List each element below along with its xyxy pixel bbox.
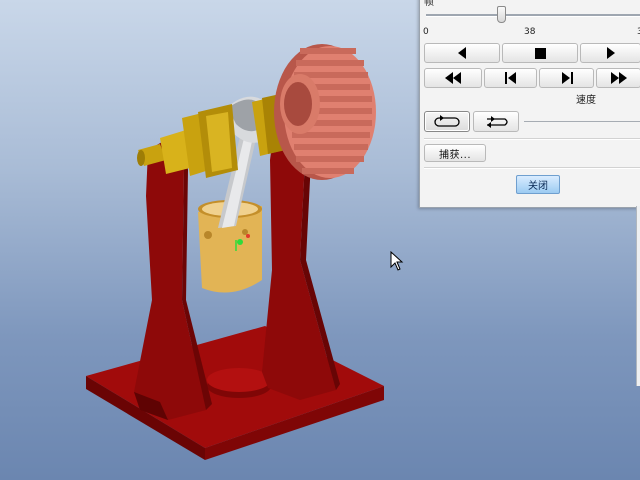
- slider-current-label: 38: [524, 27, 536, 37]
- mouse-pointer-icon: [390, 251, 404, 271]
- frame-slider-thumb[interactable]: [496, 6, 506, 23]
- rewind-icon: [445, 72, 461, 84]
- repeat-icon: [434, 114, 460, 127]
- fast-forward-icon: [610, 72, 627, 84]
- capture-button[interactable]: 捕获...: [424, 144, 486, 162]
- divider: [424, 167, 640, 169]
- reverse-mode-button[interactable]: [473, 111, 519, 132]
- frame-label: 帧: [424, 0, 434, 8]
- step-backward-icon: [504, 72, 516, 84]
- play-forward-button[interactable]: [580, 43, 640, 63]
- step-forward-button[interactable]: [539, 68, 594, 88]
- step-backward-button[interactable]: [484, 68, 537, 88]
- rewind-button[interactable]: [424, 68, 482, 88]
- repeat-mode-button[interactable]: [424, 111, 470, 132]
- base-boss: [207, 368, 271, 398]
- speed-slider[interactable]: [524, 121, 640, 122]
- close-button[interactable]: 关闭: [516, 175, 560, 194]
- divider: [424, 138, 640, 140]
- reverse-icon: [487, 115, 508, 128]
- fast-forward-button[interactable]: [596, 68, 640, 88]
- stop-button[interactable]: [502, 43, 578, 63]
- play-backward-button[interactable]: [424, 43, 500, 63]
- side-panel-edge: [636, 206, 640, 386]
- playback-dialog: 帧 0 38 3 速度 捕获... 关闭: [419, 0, 640, 208]
- speed-label: 速度: [576, 95, 596, 106]
- left-support: [134, 134, 212, 420]
- stop-icon: [534, 47, 546, 59]
- play-backward-icon: [458, 47, 466, 59]
- play-forward-icon: [606, 47, 615, 59]
- gear: [274, 44, 376, 180]
- step-forward-icon: [561, 72, 573, 84]
- slider-min-label: 0: [423, 27, 429, 37]
- frame-slider[interactable]: [426, 14, 640, 17]
